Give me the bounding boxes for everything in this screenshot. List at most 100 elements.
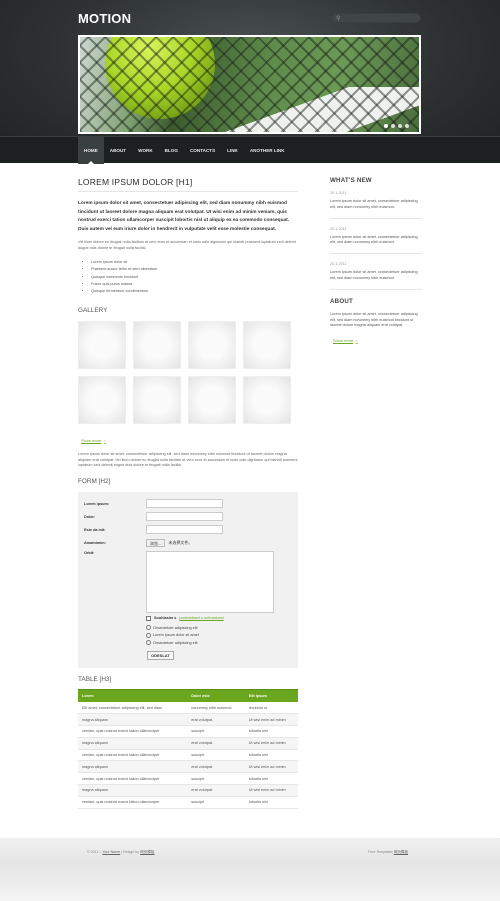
file-status: 未选择文件。 bbox=[168, 539, 193, 545]
nav-another-link[interactable]: ANOTHER LINK bbox=[244, 137, 291, 164]
lorem-ipsum-field[interactable] bbox=[146, 499, 223, 509]
gallery-thumb[interactable] bbox=[188, 376, 236, 425]
dolor-field[interactable] bbox=[146, 512, 223, 522]
radio-option[interactable]: Onsectetuer adipiscing elit bbox=[146, 640, 292, 648]
arrow-right-icon: › bbox=[356, 338, 358, 344]
table-row: magna aliquam erat volutpat. Ut wisi enim … bbox=[78, 737, 298, 750]
table-row: magna aliquam erat volutpat. Ut wisi enim … bbox=[78, 784, 298, 797]
news-item: 20.1.2011 Lorem ipsum dolor sit amet, co… bbox=[330, 262, 422, 290]
gallery-thumb[interactable] bbox=[78, 321, 126, 370]
radio-button[interactable] bbox=[146, 640, 151, 646]
search-icon: ⚲ bbox=[336, 16, 341, 22]
table-header: Elit ipsum bbox=[244, 689, 298, 702]
radio-button[interactable] bbox=[146, 625, 151, 631]
news-date: 20.1.2011 bbox=[330, 191, 347, 195]
gallery-thumb[interactable] bbox=[133, 376, 181, 425]
table-row: Elit amet, consectetuer adipiscing elit,… bbox=[78, 701, 298, 715]
footer-copyright: © 2011 – Your Name | Design by 网页模板 bbox=[87, 850, 155, 854]
table-row: magna aliquam erat volutpat. Ut wisi enim … bbox=[78, 713, 298, 727]
table-header: Lorem bbox=[78, 689, 188, 702]
footer-name-link[interactable]: Your Name bbox=[102, 850, 120, 854]
news-item: 20.1.2011 Lorem ipsum dolor sit amet, co… bbox=[330, 227, 422, 255]
gallery-title: GALLERY bbox=[78, 307, 108, 315]
form-label: Dolor: bbox=[84, 514, 96, 519]
gallery-thumb[interactable] bbox=[78, 376, 126, 425]
list-item: Lorem ipsum dolor sit bbox=[91, 259, 298, 266]
radio-option[interactable]: Onsectetuer adipiscing elit bbox=[146, 625, 292, 633]
nav-work[interactable]: WORK bbox=[132, 137, 159, 164]
table-row: veniam, quis nostrud exerci tation ullam… bbox=[78, 749, 298, 762]
agree-checkbox[interactable] bbox=[146, 615, 151, 621]
news-text: Lorem ipsum dolor sit amet, consectetuer… bbox=[330, 270, 418, 280]
submit-button[interactable]: ODESLAT bbox=[147, 651, 174, 661]
main-content: LOREM IPSUM DOLOR [H1] Lorem ipsum dolor… bbox=[78, 177, 298, 809]
table-row: veniam, quis nostrud exerci tation ullam… bbox=[78, 772, 298, 786]
form-title: FORM [H2] bbox=[78, 477, 111, 485]
hero-slider bbox=[78, 35, 421, 134]
agree-checkbox-row: Souhlasim s podminkami o ochrankami bbox=[146, 615, 292, 621]
gallery-thumb[interactable] bbox=[188, 321, 236, 370]
slider-dot[interactable] bbox=[384, 124, 388, 128]
list-item: Praesent auctor tellor et sem bibendum bbox=[91, 266, 298, 273]
gallery-thumb[interactable] bbox=[243, 376, 291, 425]
table-row: veniam, quis nostrud exerci tation ullam… bbox=[78, 725, 298, 738]
radio-button[interactable] bbox=[146, 632, 151, 638]
footer: © 2011 – Your Name | Design by 网页模板 Free… bbox=[0, 838, 500, 901]
gallery-thumb[interactable] bbox=[133, 321, 181, 370]
news-item: 20.1.2011 Lorem ipsum dolor sit amet, co… bbox=[330, 191, 422, 219]
about-text: Lorem ipsum dolor sit amet, consectetuer… bbox=[330, 311, 418, 328]
nav-blog[interactable]: BLOG bbox=[159, 137, 184, 164]
gallery-thumb[interactable] bbox=[243, 321, 291, 370]
message-textarea[interactable] bbox=[146, 550, 274, 613]
slider-dot[interactable] bbox=[398, 124, 402, 128]
table-header: Dolor este bbox=[187, 689, 245, 702]
table-title: TABLE [H3] bbox=[78, 676, 112, 684]
body-paragraph-2: Lorem ipsum dolor sit amet, consectetuer… bbox=[78, 452, 298, 468]
news-text: Lorem ipsum dolor sit amet, consectetuer… bbox=[330, 199, 418, 209]
slider-dot[interactable] bbox=[391, 124, 395, 128]
radio-option[interactable]: Lorem ipsum dolor sit amet bbox=[146, 632, 292, 640]
sidebar-show-more-link[interactable]: Show more › bbox=[330, 338, 358, 343]
footer-credits: Free Templates 网页模板 bbox=[368, 850, 409, 854]
footer-design-link[interactable]: 网页模板 bbox=[140, 850, 154, 854]
sidebar: WHAT'S NEW 20.1.2011 Lorem ipsum dolor s… bbox=[330, 177, 422, 352]
table-row: veniam, quis nostrud exerci tation ullam… bbox=[78, 796, 298, 809]
este-field[interactable] bbox=[146, 525, 223, 535]
lead-paragraph: Lorem ipsum dolor sit amet, consectetuer… bbox=[78, 201, 290, 232]
data-table: Lorem Dolor este Elit ipsum Elit amet, c… bbox=[78, 689, 298, 809]
arrow-right-icon: › bbox=[104, 438, 106, 444]
gallery-grid bbox=[78, 321, 298, 425]
about-title: ABOUT bbox=[330, 297, 353, 305]
nav-home[interactable]: HOME bbox=[78, 137, 104, 164]
show-more-link[interactable]: Show more › bbox=[78, 438, 106, 443]
slider-dots bbox=[384, 124, 409, 128]
list-item: Quisque fermentum condimentum bbox=[91, 288, 298, 295]
footer-templates-link[interactable]: 网页模板 bbox=[394, 850, 408, 854]
table-row: magna aliquam erat volutpat. Ut wisi enim … bbox=[78, 760, 298, 774]
list-item: Fusce quis purus massa bbox=[91, 281, 298, 288]
nav-link[interactable]: LINK bbox=[221, 137, 244, 164]
form-label: Amatnimim: bbox=[84, 540, 106, 545]
contact-form: Lorem ipsum: Dolor: Este da mit: Amatnim… bbox=[78, 491, 298, 669]
terms-link[interactable]: podminkami o ochrankami bbox=[179, 616, 223, 620]
search-input[interactable]: ⚲ bbox=[331, 13, 421, 23]
form-label: Orbit: bbox=[84, 550, 95, 555]
form-label: Lorem ipsum: bbox=[84, 501, 110, 506]
nav-contacts[interactable]: CONTACTS bbox=[184, 137, 221, 164]
bullet-list: Lorem ipsum dolor sit Praesent auctor te… bbox=[91, 259, 298, 295]
nav-about[interactable]: ABOUT bbox=[104, 137, 132, 164]
body-paragraph: Vel illum dolore eu feugiat nulla facili… bbox=[78, 240, 296, 250]
news-date: 20.1.2011 bbox=[330, 262, 347, 267]
hero-image bbox=[80, 37, 419, 132]
news-title: WHAT'S NEW bbox=[330, 177, 372, 184]
news-date: 20.1.2011 bbox=[330, 226, 347, 231]
file-browse-button[interactable]: 浏览... bbox=[146, 538, 166, 547]
news-text: Lorem ipsum dolor sit amet, consectetuer… bbox=[330, 234, 418, 245]
list-item: Quisque commodo tincidunt bbox=[91, 274, 298, 281]
page-title: LOREM IPSUM DOLOR [H1] bbox=[78, 177, 298, 192]
main-nav: HOME ABOUT WORK BLOG CONTACTS LINK ANOTH… bbox=[0, 136, 500, 164]
form-label: Este da mit: bbox=[84, 527, 106, 532]
site-logo[interactable]: MOTION bbox=[78, 11, 131, 26]
radio-group: Onsectetuer adipiscing elit Lorem ipsum … bbox=[146, 625, 292, 648]
slider-dot[interactable] bbox=[405, 124, 409, 128]
